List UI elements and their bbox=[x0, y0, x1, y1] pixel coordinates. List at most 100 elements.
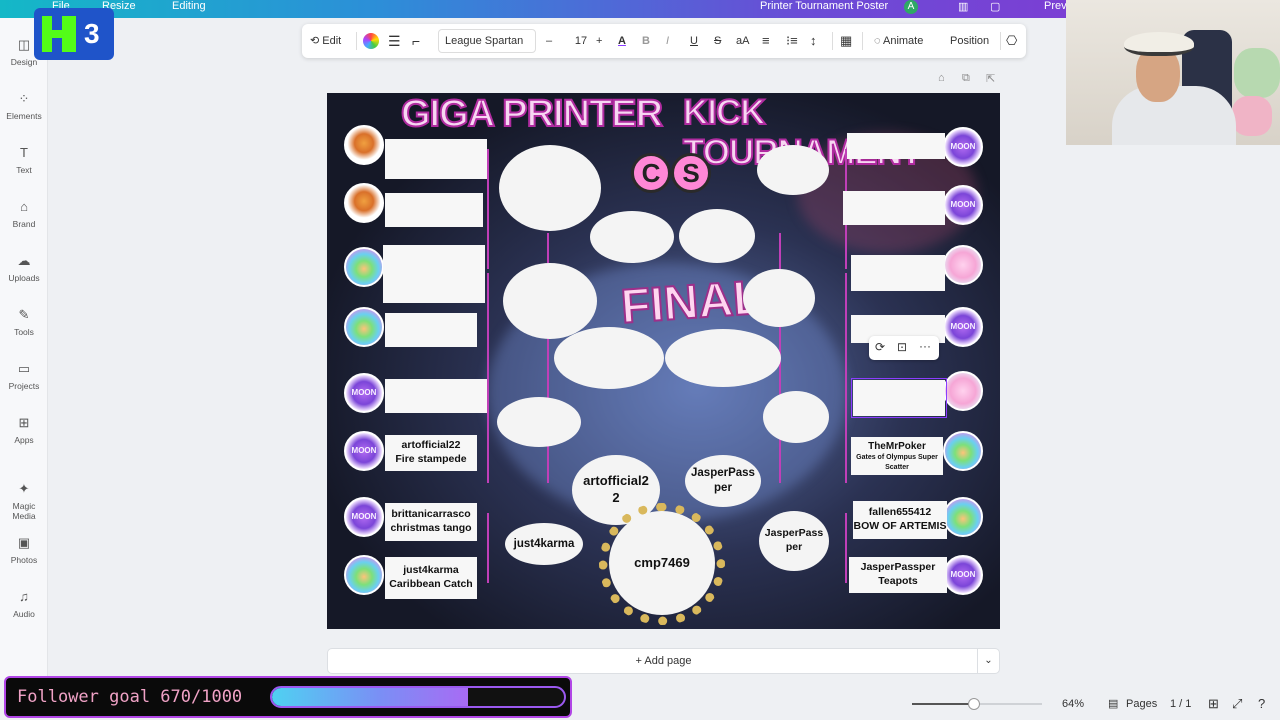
player-song: Caribbean Catch bbox=[389, 578, 473, 590]
sidebar-item-audio[interactable]: ♫ Audio bbox=[0, 589, 48, 620]
apps-icon: ⊞ bbox=[18, 415, 30, 430]
fullscreen-icon[interactable]: ⤢ bbox=[1232, 696, 1242, 712]
preview-button[interactable]: Prev bbox=[1044, 0, 1067, 12]
animate-button[interactable]: ◌ Animate bbox=[874, 24, 923, 58]
line-weight-icon[interactable]: ☰ bbox=[388, 24, 401, 58]
webcam-plush bbox=[1234, 48, 1280, 98]
right-slot-2[interactable] bbox=[843, 191, 945, 225]
font-size-increase-button[interactable]: + bbox=[596, 24, 602, 58]
rotate-icon[interactable]: ⟳ bbox=[875, 340, 885, 354]
sidebar-item-photos[interactable]: ▣ Photos bbox=[0, 536, 48, 566]
text-icon: T bbox=[20, 145, 28, 160]
sidebar-item-brand[interactable]: ⌂ Brand bbox=[0, 200, 48, 230]
color-picker-icon[interactable] bbox=[363, 33, 379, 49]
round2-left-top[interactable] bbox=[499, 145, 601, 231]
round2-left-middle[interactable] bbox=[503, 263, 597, 339]
font-family-select[interactable]: League Spartan bbox=[438, 29, 536, 53]
round2-right-lower[interactable] bbox=[763, 391, 829, 443]
left-slot-5[interactable] bbox=[385, 379, 487, 413]
round2-left-lower[interactable] bbox=[497, 397, 581, 447]
zoom-slider-handle[interactable] bbox=[968, 698, 981, 710]
lock-page-icon[interactable]: ⌂ bbox=[938, 72, 945, 84]
bold-button[interactable]: B bbox=[642, 24, 650, 58]
font-size-input[interactable]: 17 bbox=[568, 24, 594, 58]
quarterfinal-right[interactable]: JasperPass per bbox=[759, 511, 829, 571]
grid-view-icon[interactable]: ⊞ bbox=[1208, 696, 1219, 712]
text-color-button[interactable]: A bbox=[618, 24, 626, 58]
left-slot-6[interactable]: artofficial22 Fire stampede bbox=[385, 435, 477, 471]
champion-name: cmp7469 bbox=[634, 554, 690, 570]
left-slot-2[interactable] bbox=[385, 193, 483, 227]
cs-logo-s: S bbox=[671, 153, 711, 193]
analytics-icon[interactable]: ▥ bbox=[958, 0, 968, 13]
spacing-icon[interactable]: ↕ bbox=[810, 24, 817, 58]
position-button[interactable]: Position bbox=[950, 24, 989, 58]
right-slot-8[interactable]: JasperPassper Teapots bbox=[849, 557, 947, 593]
sidebar-label: Magic Media bbox=[12, 501, 36, 521]
round3-left[interactable] bbox=[590, 211, 674, 263]
left-slot-8[interactable]: just4karma Caribbean Catch bbox=[385, 557, 477, 599]
sidebar-item-tools[interactable]: ✎ Tools bbox=[0, 308, 48, 338]
italic-button[interactable]: I bbox=[666, 24, 669, 58]
comment-icon[interactable]: ▢ bbox=[990, 0, 1000, 13]
sidebar-item-magic-media[interactable]: ✦ Magic Media bbox=[0, 482, 48, 522]
player-avatar bbox=[344, 555, 384, 595]
add-page-button[interactable]: + Add page bbox=[636, 655, 692, 667]
more-options-icon[interactable]: ··· bbox=[919, 339, 931, 353]
semifinal-left-top[interactable] bbox=[554, 327, 664, 389]
sidebar-item-text[interactable]: T Text bbox=[0, 145, 48, 176]
semifinal-right[interactable]: JasperPass per bbox=[685, 455, 761, 507]
right-slot-6[interactable]: TheMrPoker Gates of Olympus Super Scatter bbox=[851, 437, 943, 475]
chevron-down-icon[interactable]: ⌄ bbox=[977, 649, 999, 673]
final-label[interactable]: FINAL bbox=[618, 270, 765, 335]
champion-slot[interactable]: cmp7469 bbox=[609, 511, 715, 615]
curve-icon[interactable]: ⌐ bbox=[412, 24, 420, 58]
left-slot-3[interactable] bbox=[383, 245, 485, 303]
edit-button[interactable]: ⟲ Edit bbox=[310, 24, 341, 58]
selected-text-box[interactable] bbox=[851, 378, 947, 418]
list-icon[interactable]: ⁝≡ bbox=[786, 24, 798, 58]
left-slot-1[interactable] bbox=[385, 139, 487, 179]
sidebar-item-apps[interactable]: ⊞ Apps bbox=[0, 415, 48, 446]
lock-icon[interactable]: ⊡ bbox=[897, 340, 907, 354]
help-icon[interactable]: ? bbox=[1258, 696, 1265, 711]
player-name: JasperPassper bbox=[860, 561, 936, 574]
underline-button[interactable]: U bbox=[690, 24, 698, 58]
letter-case-button[interactable]: aA bbox=[736, 24, 749, 58]
bracket-line bbox=[487, 273, 489, 393]
left-slot-4[interactable] bbox=[385, 313, 477, 347]
right-slot-1[interactable] bbox=[847, 133, 945, 159]
quarterfinal-left[interactable]: just4karma bbox=[505, 523, 583, 565]
round2-right-top[interactable] bbox=[757, 145, 829, 195]
cs-logo[interactable]: C S bbox=[631, 145, 715, 203]
zoom-slider[interactable] bbox=[912, 698, 1042, 710]
user-avatar[interactable]: A bbox=[904, 0, 918, 14]
round2-right-middle[interactable] bbox=[743, 269, 815, 327]
round3-right[interactable] bbox=[679, 209, 755, 263]
bracket-line bbox=[487, 393, 489, 483]
sidebar-item-uploads[interactable]: ☁ Uploads bbox=[0, 254, 48, 284]
player-avatar bbox=[344, 497, 384, 537]
sidebar-item-elements[interactable]: ⁘ Elements bbox=[0, 92, 48, 122]
design-canvas[interactable]: GIGA PRINTER KICK TOURNAMENT C S FINAL a… bbox=[327, 93, 1000, 629]
poster-title-left[interactable]: GIGA PRINTER bbox=[400, 93, 664, 136]
duplicate-page-icon[interactable]: ⧉ bbox=[962, 72, 970, 85]
semifinal-right-top[interactable] bbox=[665, 329, 781, 387]
font-size-decrease-button[interactable]: – bbox=[546, 24, 552, 58]
add-page-icon[interactable]: ⇱ bbox=[986, 72, 995, 85]
paint-format-icon[interactable]: ⎔ bbox=[1006, 24, 1017, 58]
right-slot-7[interactable]: fallen655412 BOW OF ARTEMIS bbox=[853, 501, 947, 539]
strikethrough-button[interactable]: S bbox=[714, 24, 721, 58]
transparency-icon[interactable]: ▦ bbox=[840, 24, 852, 58]
zoom-level[interactable]: 64% bbox=[1062, 698, 1084, 710]
audio-icon: ♫ bbox=[19, 589, 29, 604]
align-center-icon[interactable]: ≡ bbox=[762, 24, 770, 58]
pages-icon: ▤ bbox=[1108, 698, 1119, 710]
left-slot-7[interactable]: brittanicarrasco christmas tango bbox=[385, 503, 477, 541]
pages-button[interactable]: Pages bbox=[1126, 698, 1157, 710]
document-title[interactable]: Printer Tournament Poster bbox=[760, 0, 888, 12]
sidebar-item-projects[interactable]: ▭ Projects bbox=[0, 362, 48, 392]
right-slot-3[interactable] bbox=[851, 255, 945, 291]
editing-mode[interactable]: Editing bbox=[172, 0, 206, 12]
player-avatar bbox=[943, 245, 983, 285]
